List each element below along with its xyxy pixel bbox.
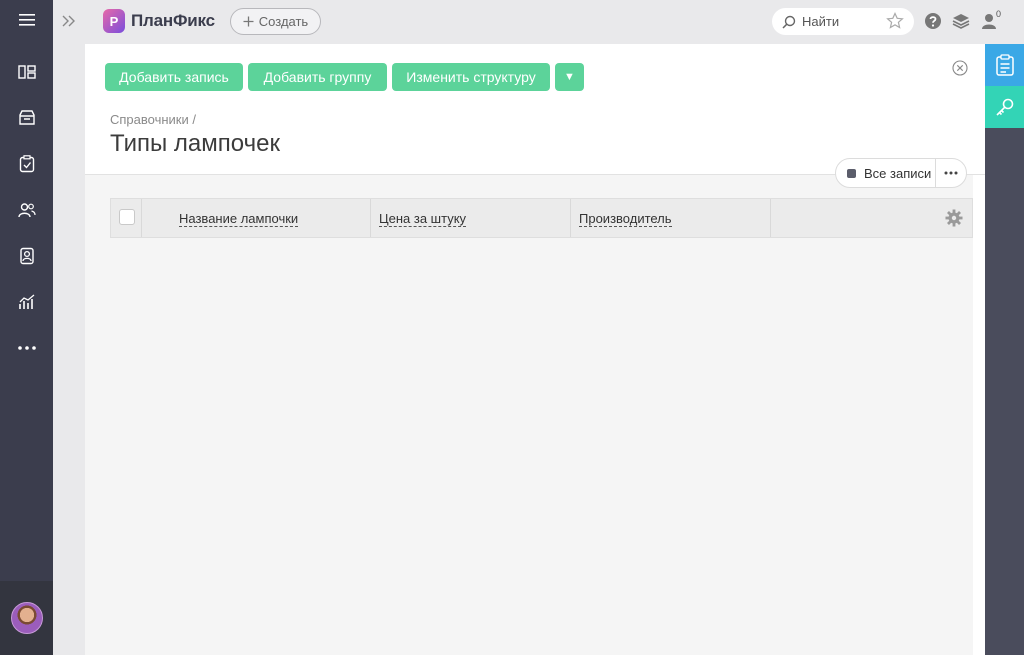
more-horizontal-icon	[944, 171, 958, 175]
sidebar-item-reports[interactable]	[0, 282, 53, 322]
all-records-label: Все записи	[864, 165, 932, 181]
sidebar-item-tasks[interactable]	[0, 98, 53, 138]
double-chevron-right-icon	[62, 15, 75, 27]
records-more-button[interactable]	[936, 159, 966, 187]
user-profile[interactable]	[0, 581, 53, 655]
content-area	[85, 175, 973, 655]
breadcrumb[interactable]: Справочники /	[110, 112, 196, 127]
column-separator	[770, 199, 771, 237]
menu-button[interactable]	[0, 0, 53, 40]
column-header-manufacturer[interactable]: Производитель	[579, 212, 672, 227]
sidebar-item-employees[interactable]	[0, 236, 53, 276]
plus-icon	[243, 16, 254, 27]
search-icon	[782, 15, 796, 29]
records-filter: Все записи	[835, 158, 967, 188]
search-placeholder: Найти	[802, 14, 840, 29]
employees-icon	[19, 247, 34, 265]
change-structure-button[interactable]: Изменить структуру	[392, 63, 550, 91]
notification-count: 0	[996, 9, 1002, 19]
all-records-button[interactable]: Все записи	[836, 159, 936, 187]
star-icon[interactable]	[886, 12, 904, 30]
right-rail	[985, 44, 1024, 655]
app-logo[interactable]: P ПланФикс	[103, 9, 215, 33]
expand-panel-button[interactable]	[53, 8, 85, 34]
column-separator	[141, 199, 142, 237]
main-panel: Добавить запись Добавить группу Изменить…	[85, 44, 985, 655]
key-icon	[995, 98, 1013, 116]
top-bar: P ПланФикс Создать Найти 0	[85, 0, 1024, 44]
sidebar-item-more[interactable]	[0, 328, 53, 368]
gear-icon[interactable]	[945, 209, 963, 227]
create-button[interactable]: Создать	[230, 8, 321, 35]
add-record-button[interactable]: Добавить запись	[105, 63, 243, 91]
close-icon[interactable]	[952, 60, 968, 76]
column-header-name[interactable]: Название лампочки	[179, 212, 299, 227]
contacts-icon	[17, 203, 36, 218]
page-title: Типы лампочек	[110, 130, 280, 157]
select-all-checkbox[interactable]	[119, 209, 135, 225]
layers-icon	[952, 14, 970, 29]
notes-panel-button[interactable]	[985, 44, 1024, 86]
column-separator	[370, 199, 371, 237]
column-header-price[interactable]: Цена за штуку	[379, 212, 467, 227]
search-input[interactable]: Найти	[772, 8, 914, 35]
sidebar-item-boards[interactable]	[0, 52, 53, 92]
filter-square-icon	[847, 168, 856, 178]
main-sidebar	[0, 0, 53, 655]
table-header: Название лампочки Цена за штуку Производ…	[110, 198, 973, 238]
add-group-button[interactable]: Добавить группу	[248, 63, 387, 91]
access-panel-button[interactable]	[985, 86, 1024, 128]
panel-strip	[53, 0, 85, 655]
logo-mark-icon: P	[103, 9, 125, 33]
boards-icon	[17, 65, 36, 79]
more-actions-dropdown[interactable]: ▼	[555, 63, 584, 91]
tasks-box-icon	[18, 110, 35, 125]
checklist-icon	[19, 155, 34, 173]
avatar[interactable]	[10, 602, 43, 634]
help-icon	[925, 13, 941, 29]
reports-icon	[18, 294, 34, 309]
user-icon	[982, 14, 996, 29]
layers-button[interactable]	[951, 11, 971, 31]
menu-icon	[18, 14, 35, 26]
help-button[interactable]	[923, 11, 943, 31]
sidebar-item-checklist[interactable]	[0, 144, 53, 184]
column-separator	[570, 199, 571, 237]
clipboard-icon	[995, 54, 1014, 76]
create-label: Создать	[258, 14, 309, 29]
sidebar-item-contacts[interactable]	[0, 190, 53, 230]
more-icon	[17, 346, 36, 350]
app-name: ПланФикс	[131, 11, 215, 30]
